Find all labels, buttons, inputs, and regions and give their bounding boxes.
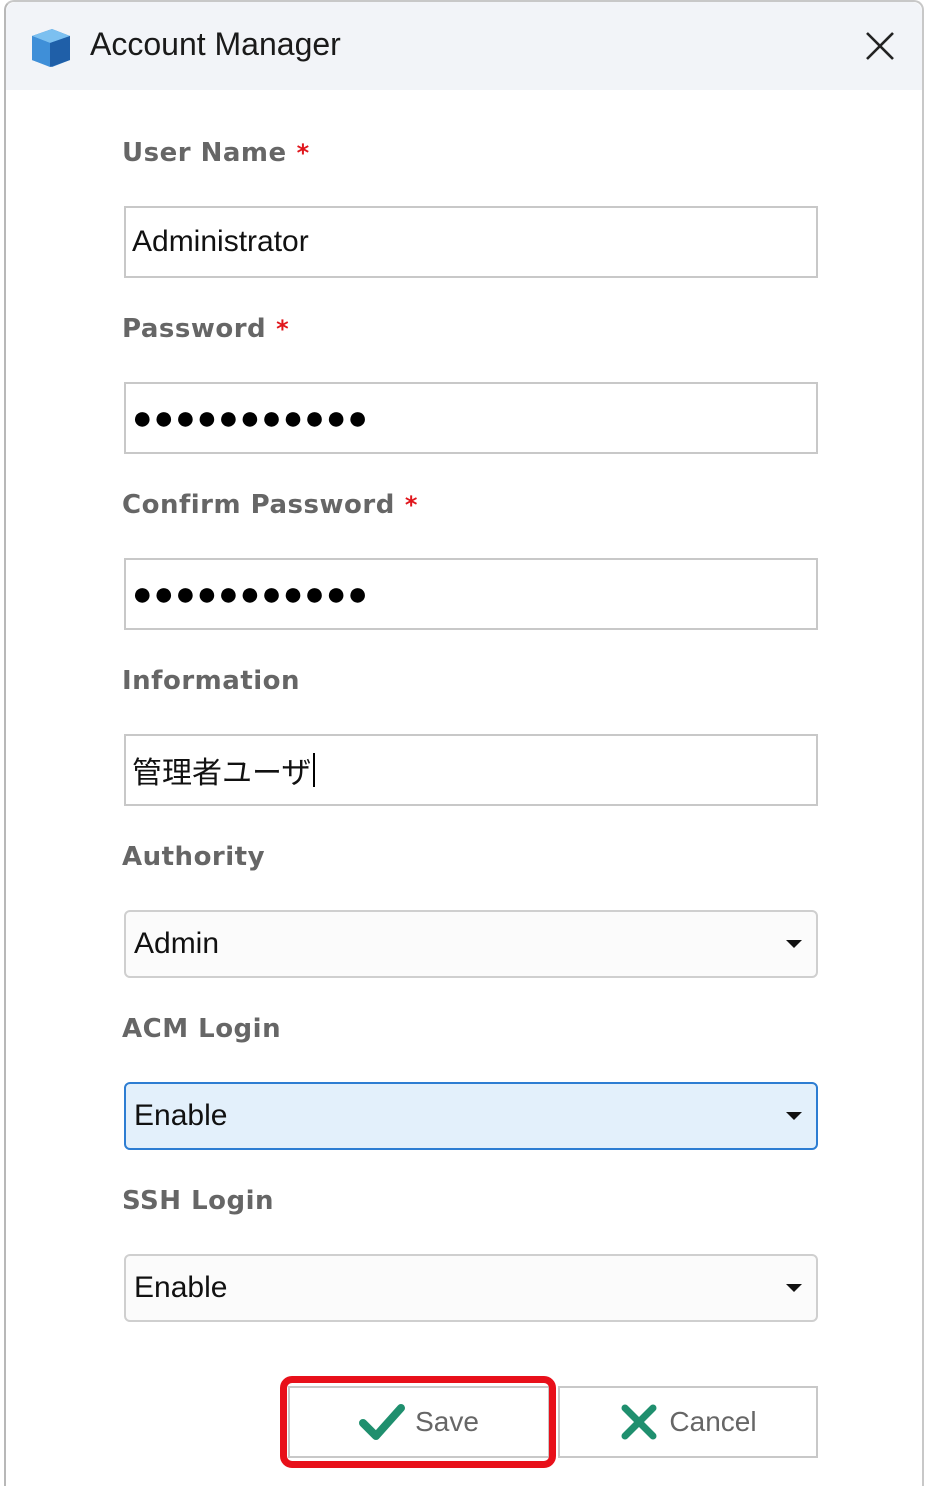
ssh-login-value: Enable (134, 1271, 228, 1304)
account-manager-dialog: Account Manager User Name * Administrator… (4, 0, 924, 1486)
close-button[interactable] (852, 18, 908, 74)
window-title: Account Manager (90, 26, 341, 62)
save-highlight-frame (280, 1376, 556, 1468)
required-asterisk: * (276, 315, 290, 343)
x-icon (621, 1404, 657, 1440)
acm-login-value: Enable (134, 1099, 228, 1132)
required-asterisk: * (296, 139, 310, 167)
username-label: User Name * (122, 138, 310, 168)
title-bar: Account Manager (6, 2, 922, 90)
text-cursor (313, 753, 316, 787)
chevron-down-icon (786, 940, 802, 948)
acm-login-select[interactable]: Enable (124, 1082, 818, 1150)
information-input[interactable]: 管理者ユーザ (124, 734, 818, 806)
confirm-password-masked-value: ●●●●●●●●●●● (132, 574, 369, 613)
information-value: 管理者ユーザ (132, 757, 312, 790)
information-label: Information (122, 666, 301, 696)
authority-select[interactable]: Admin (124, 910, 818, 978)
cancel-button-label: Cancel (669, 1406, 757, 1437)
password-label: Password * (122, 314, 290, 344)
cancel-button[interactable]: Cancel (558, 1386, 818, 1458)
confirm-password-input[interactable]: ●●●●●●●●●●● (124, 558, 818, 630)
username-value: Administrator (132, 225, 309, 258)
chevron-down-icon (786, 1284, 802, 1292)
password-input[interactable]: ●●●●●●●●●●● (124, 382, 818, 454)
close-icon (866, 32, 894, 60)
required-asterisk: * (404, 491, 418, 519)
ssh-login-select[interactable]: Enable (124, 1254, 818, 1322)
blue-cube-icon (32, 29, 70, 67)
ssh-login-label: SSH Login (122, 1186, 275, 1216)
authority-value: Admin (134, 927, 220, 960)
username-input[interactable]: Administrator (124, 206, 818, 278)
chevron-down-icon (786, 1112, 802, 1120)
acm-login-label: ACM Login (122, 1014, 282, 1044)
confirm-password-label: Confirm Password * (122, 490, 418, 520)
authority-label: Authority (122, 842, 266, 872)
password-masked-value: ●●●●●●●●●●● (132, 398, 369, 437)
